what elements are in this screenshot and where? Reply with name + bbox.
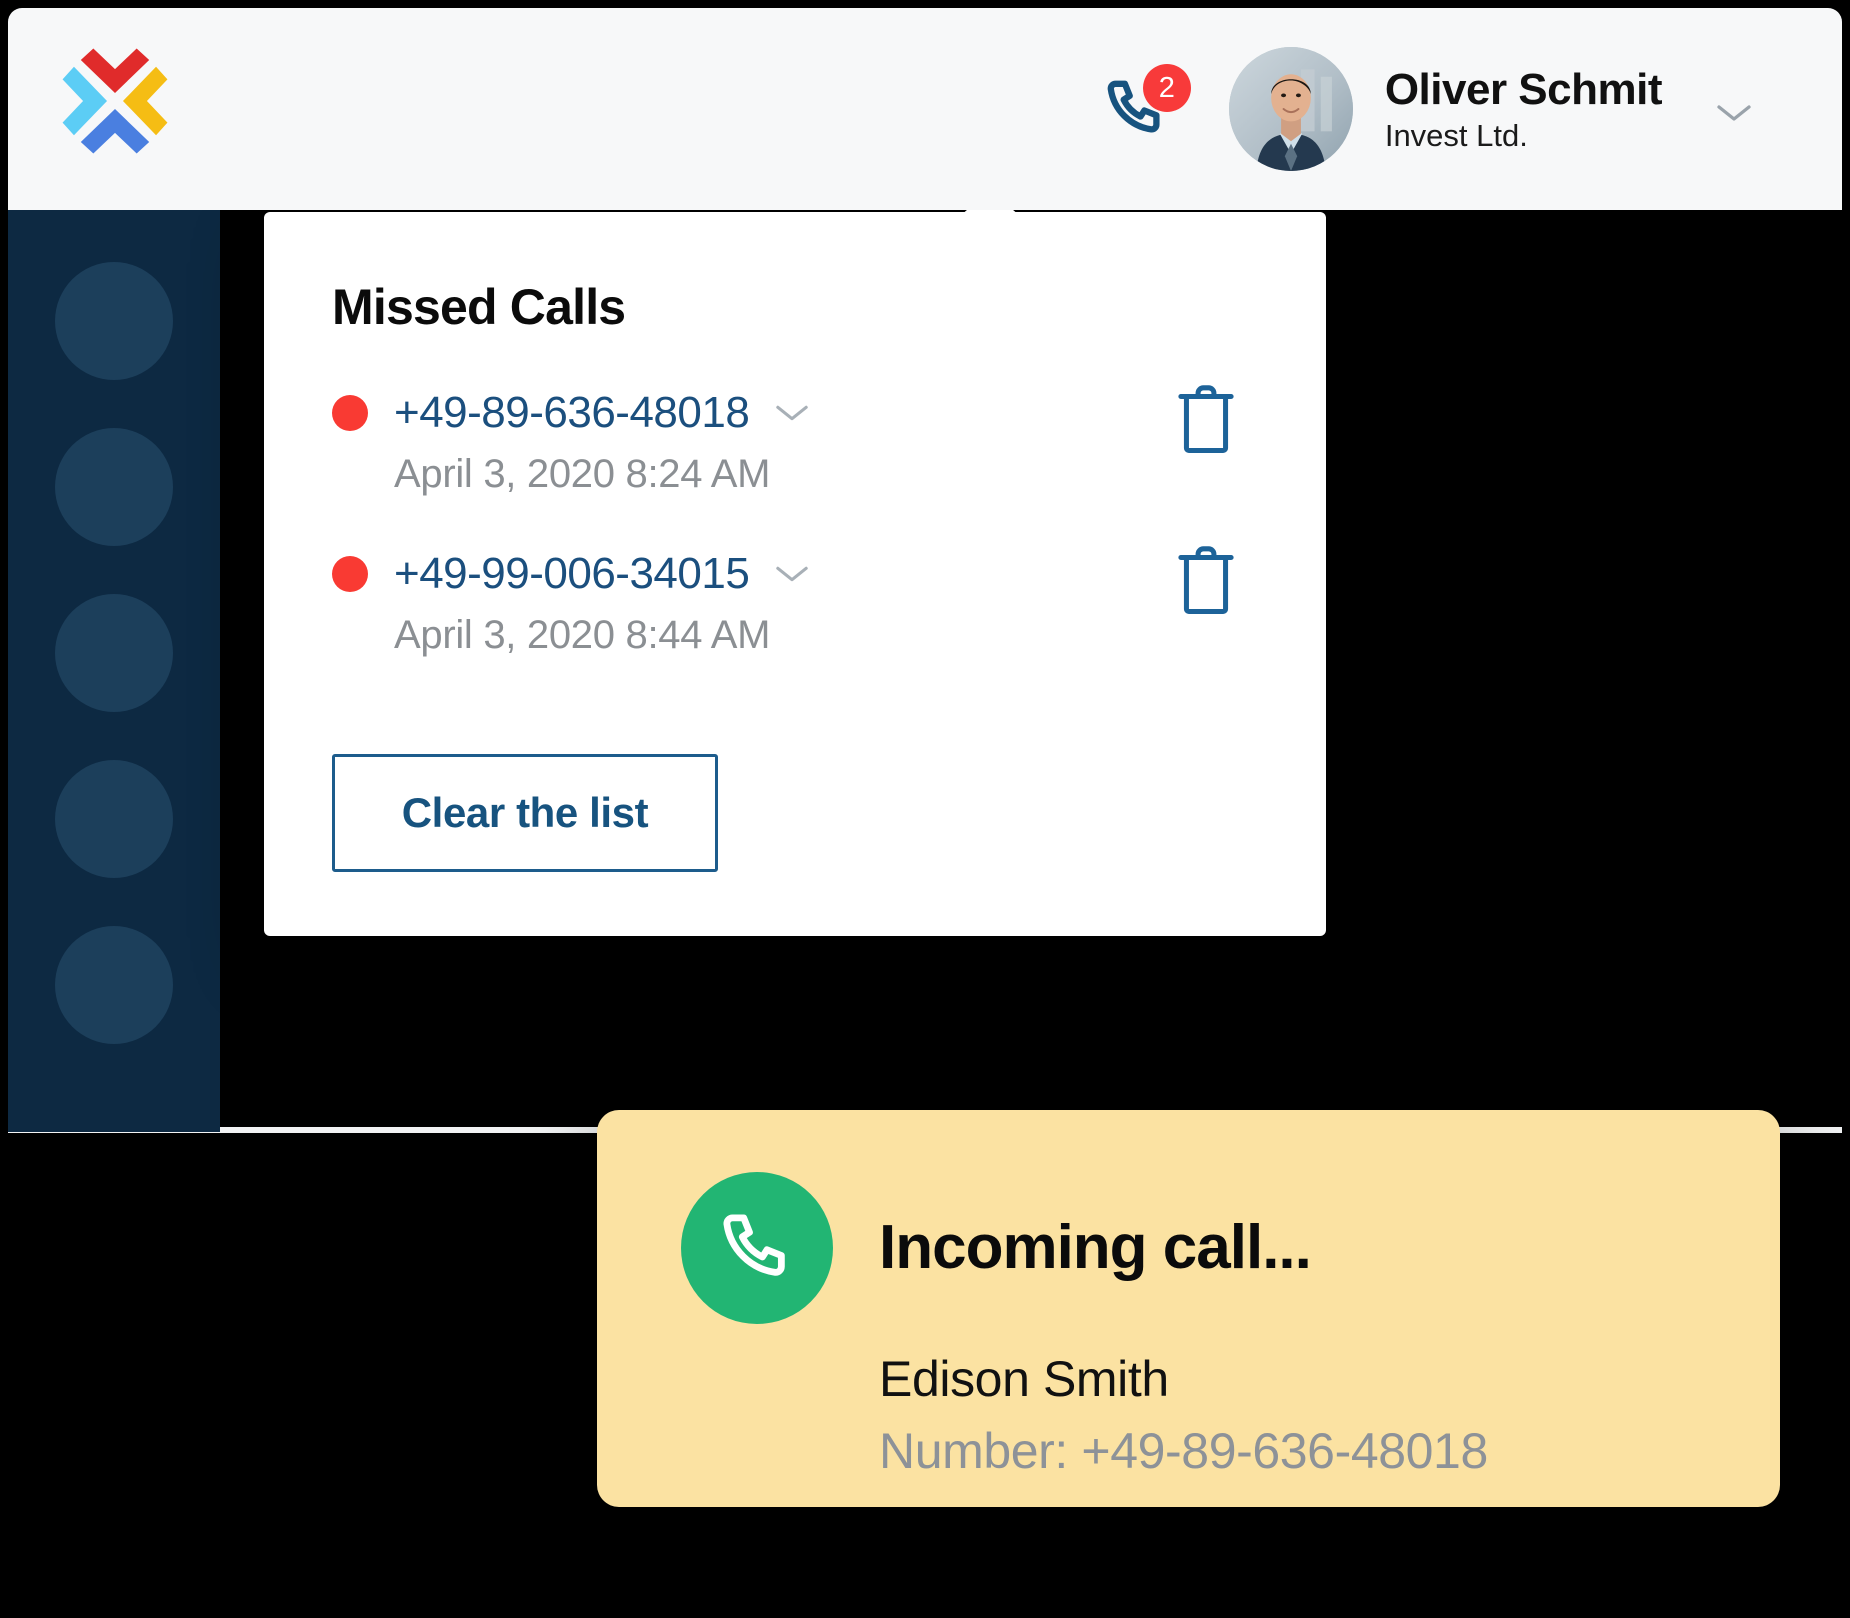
chevron-down-icon[interactable] — [775, 403, 809, 423]
sidebar-item-2[interactable] — [55, 428, 173, 546]
list-item: +49-89-636-48018 April 3, 2020 8:24 AM — [264, 385, 1326, 497]
status-badge — [332, 395, 368, 431]
list-item: +49-99-006-34015 April 3, 2020 8:44 AM — [264, 546, 1326, 658]
chevron-down-icon[interactable] — [1716, 94, 1752, 124]
app-screenshot: 2 Oliver Schmit Invest Ltd. Missed Calls… — [0, 0, 1850, 1618]
sidebar — [8, 202, 220, 1132]
trash-icon[interactable] — [1174, 543, 1238, 617]
clear-list-button[interactable]: Clear the list — [332, 754, 718, 872]
toast-title: Incoming call... — [879, 1213, 1312, 1282]
sidebar-item-3[interactable] — [55, 594, 173, 712]
sidebar-item-4[interactable] — [55, 760, 173, 878]
call-number[interactable]: +49-99-006-34015 — [394, 549, 750, 599]
call-timestamp: April 3, 2020 8:44 AM — [394, 613, 771, 657]
page-title: Missed Calls — [332, 279, 626, 335]
caller-name: Edison Smith — [879, 1351, 1169, 1407]
app-header: 2 Oliver Schmit Invest Ltd. — [8, 8, 1842, 210]
user-name: Oliver Schmit — [1384, 64, 1663, 114]
trash-icon[interactable] — [1174, 382, 1238, 456]
caller-number: Number: +49-89-636-48018 — [879, 1423, 1488, 1479]
call-row-header: +49-99-006-34015 — [332, 549, 1258, 599]
phone-icon — [681, 1172, 833, 1324]
user-organization: Invest Ltd. — [1384, 117, 1528, 153]
missed-calls-button[interactable]: 2 — [1097, 64, 1191, 148]
missed-calls-badge: 2 — [1142, 64, 1191, 112]
brand-x-logo[interactable] — [58, 44, 172, 158]
call-number[interactable]: +49-89-636-48018 — [394, 388, 750, 438]
call-timestamp: April 3, 2020 8:24 AM — [394, 452, 771, 496]
missed-calls-panel: Missed Calls +49-89-636-48018 April 3, 2… — [264, 212, 1326, 936]
sidebar-item-5[interactable] — [55, 926, 173, 1044]
header-actions: 2 Oliver Schmit Invest Ltd. — [1097, 8, 1752, 210]
chevron-down-icon[interactable] — [775, 564, 809, 584]
status-badge — [332, 556, 368, 592]
user-identity: Oliver Schmit Invest Ltd. — [1384, 64, 1663, 154]
call-row-header: +49-89-636-48018 — [332, 388, 1258, 438]
incoming-call-toast[interactable]: Incoming call... Edison Smith Number: +4… — [597, 1110, 1780, 1507]
avatar — [1228, 47, 1353, 171]
toast-header: Incoming call... — [681, 1172, 1780, 1324]
user-menu[interactable]: Oliver Schmit Invest Ltd. — [1228, 47, 1752, 171]
sidebar-item-1[interactable] — [55, 262, 173, 380]
